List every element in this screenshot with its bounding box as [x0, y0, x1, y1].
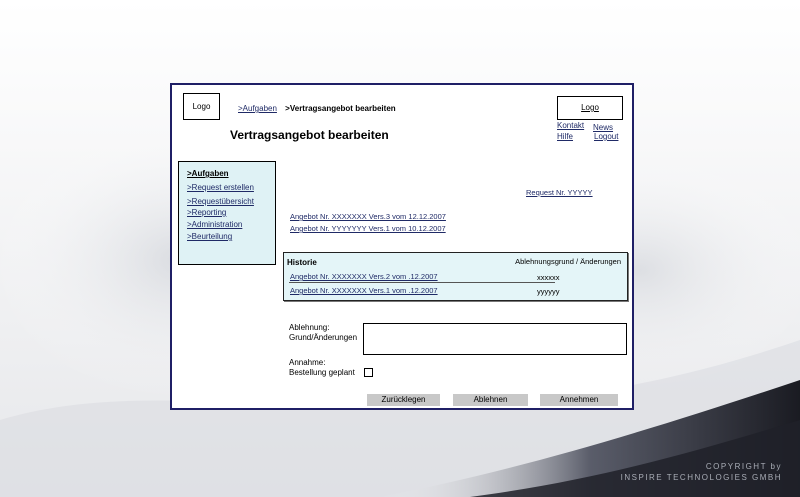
nav-item-beurteilung[interactable]: >Beurteilung: [187, 232, 232, 241]
page-title: Vertragsangebot bearbeiten: [230, 128, 389, 142]
nav-item-requestuebersicht[interactable]: >Requestübersicht: [187, 197, 254, 206]
nav-item-aufgaben[interactable]: >Aufgaben: [187, 169, 229, 178]
logo-left: Logo: [183, 93, 220, 120]
accept-button[interactable]: Annehmen: [540, 394, 618, 406]
nav-item-request-erstellen[interactable]: >Request erstellen: [187, 183, 254, 192]
link-hilfe[interactable]: Hilfe: [557, 132, 573, 141]
reject-button[interactable]: Ablehnen: [453, 394, 528, 406]
history-divider: [289, 282, 555, 283]
acceptance-label-line-2: Bestellung geplant: [289, 368, 355, 377]
acceptance-label-line-1: Annahme:: [289, 358, 326, 367]
acceptance-label: Annahme: Bestellung geplant: [289, 358, 355, 378]
nav-item-administration[interactable]: >Administration: [187, 220, 242, 229]
rejection-label: Ablehnung: Grund/Änderungen: [289, 323, 357, 343]
breadcrumb-link-aufgaben[interactable]: >Aufgaben: [238, 104, 277, 113]
mockup-window: Logo >Aufgaben >Vertragsangebot bearbeit…: [170, 83, 634, 410]
offer-link-2[interactable]: Angebot Nr. YYYYYYY Vers.1 vom 10.12.200…: [290, 224, 446, 233]
logo-right[interactable]: Logo: [557, 96, 623, 120]
nav-item-reporting[interactable]: >Reporting: [187, 208, 226, 217]
rejection-reason-textarea[interactable]: [363, 323, 627, 355]
history-row-1-link[interactable]: Angebot Nr. XXXXXXX Vers.2 vom .12.2007: [290, 272, 438, 281]
copyright-line-1: COPYRIGHT by: [705, 462, 782, 471]
breadcrumb: >Aufgaben >Vertragsangebot bearbeiten: [238, 104, 396, 113]
rejection-label-line-2: Grund/Änderungen: [289, 333, 358, 342]
history-row-1-value: xxxxxx: [537, 273, 560, 282]
link-logout[interactable]: Logout: [594, 132, 618, 141]
copyright-notice: COPYRIGHT by INSPIRE TECHNOLOGIES GMBH: [621, 461, 782, 483]
history-row-2-value: yyyyyy: [537, 287, 560, 296]
offer-link-1[interactable]: Angebot Nr. XXXXXXX Vers.3 vom 12.12.200…: [290, 212, 446, 221]
rejection-label-line-1: Ablehnung:: [289, 323, 330, 332]
history-column-header: Ablehnungsgrund / Änderungen: [515, 257, 621, 266]
link-news[interactable]: News: [593, 123, 613, 132]
breadcrumb-current: >Vertragsangebot bearbeiten: [285, 104, 396, 113]
request-number-link[interactable]: Request Nr. YYYYY: [526, 188, 593, 197]
order-planned-checkbox[interactable]: [364, 368, 373, 377]
copyright-line-2: INSPIRE TECHNOLOGIES GMBH: [620, 473, 782, 482]
history-panel: Historie Ablehnungsgrund / Änderungen An…: [283, 252, 628, 301]
history-title: Historie: [287, 258, 317, 267]
sidebar-nav: >Aufgaben >Request erstellen >Requestübe…: [178, 161, 276, 265]
return-button[interactable]: Zurücklegen: [367, 394, 440, 406]
history-row-2-link[interactable]: Angebot Nr. XXXXXXX Vers.1 vom .12.2007: [290, 286, 438, 295]
link-kontakt[interactable]: Kontakt: [557, 121, 584, 130]
